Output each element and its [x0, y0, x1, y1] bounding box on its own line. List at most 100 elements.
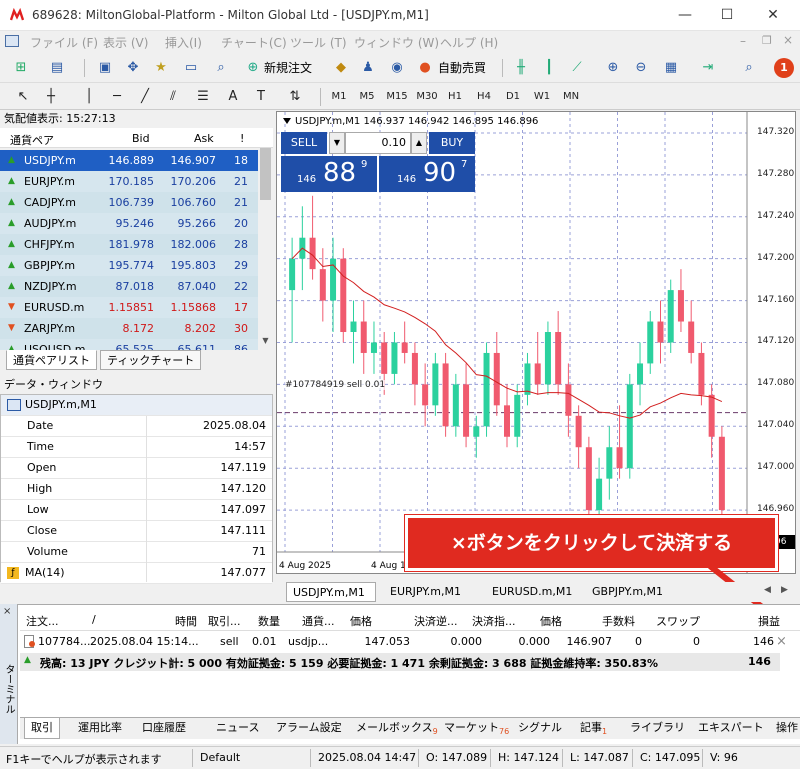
column-header[interactable]: 価格 — [540, 613, 562, 629]
timeframe-h1[interactable]: H1 — [442, 87, 468, 107]
tab-right-icon[interactable]: ▶ — [781, 585, 788, 595]
tile-windows-icon[interactable]: ▦ — [660, 57, 682, 79]
mdi-close-icon[interactable]: × — [783, 33, 793, 47]
fibonacci-icon[interactable]: ☰ — [192, 86, 214, 108]
timeframe-d1[interactable]: D1 — [500, 87, 526, 107]
collapse-icon[interactable] — [283, 118, 291, 124]
new-order-button[interactable]: ⊕ 新規注文 — [242, 57, 322, 79]
list-item[interactable]: ▲ EURJPY.m 170.185 170.206 21 — [0, 171, 258, 192]
timeframe-w1[interactable]: W1 — [529, 87, 555, 107]
menu-tools[interactable]: ツール (T) — [290, 34, 347, 51]
navigator-icon[interactable]: ★ — [150, 57, 172, 79]
tab-terminal[interactable]: ニュース — [210, 718, 265, 739]
list-item[interactable]: ▲ NZDJPY.m 87.018 87.040 22 — [0, 276, 258, 297]
tester-icon[interactable]: ⌕ — [210, 57, 232, 79]
timeframe-mn[interactable]: MN — [558, 87, 584, 107]
tab-terminal[interactable]: 運用比率 — [72, 718, 128, 739]
list-item[interactable]: ▼ EURUSD.m 1.15851 1.15868 17 — [0, 297, 258, 318]
column-header[interactable]: 決済指... — [472, 613, 516, 629]
column-header[interactable]: 損益 — [758, 613, 780, 629]
column-header[interactable]: 決済逆... — [414, 613, 458, 629]
cursor-icon[interactable]: ↖ — [12, 86, 34, 108]
tab-terminal[interactable]: エキスパート — [692, 718, 770, 739]
mdi-restore-icon[interactable]: ❐ — [762, 34, 772, 47]
timeframe-m1[interactable]: M1 — [326, 87, 352, 107]
column-header[interactable]: 注文... — [26, 613, 59, 629]
menu-file[interactable]: ファイル (F) — [30, 34, 98, 51]
buy-price-button[interactable]: 146 90 7 — [379, 156, 475, 192]
community-icon[interactable]: ♟ — [357, 57, 379, 79]
list-item[interactable]: ▲ USDJPY.m 146.889 146.907 18 — [0, 150, 258, 171]
column-header[interactable]: 時間 — [175, 613, 197, 629]
signals-icon[interactable]: ◉ — [386, 57, 408, 79]
data-window-icon[interactable]: ✥ — [122, 57, 144, 79]
buy-button[interactable]: BUY — [429, 132, 475, 154]
status-profile[interactable]: Default — [200, 751, 240, 764]
tab-terminal[interactable]: 記事1 — [574, 718, 613, 739]
menu-view[interactable]: 表示 (V) — [103, 34, 148, 51]
sell-price-button[interactable]: 146 88 9 — [281, 156, 377, 192]
text-icon[interactable]: A — [222, 86, 244, 108]
list-item[interactable]: ▲ USOUSD.m 65.525 65.611 86 — [0, 339, 258, 350]
tab-terminal[interactable]: 取引 — [24, 718, 60, 739]
menu-window[interactable]: ウィンドウ (W) — [354, 34, 439, 51]
lot-down-icon[interactable]: ▼ — [329, 132, 345, 154]
tab-terminal[interactable]: アラーム設定 — [270, 718, 348, 739]
new-chart-icon[interactable]: ⊞ — [10, 57, 32, 79]
auto-trade-button[interactable]: ● 自動売買 — [414, 57, 494, 79]
col-spread[interactable]: ! — [240, 132, 244, 145]
column-header[interactable]: / — [92, 613, 96, 626]
tab-terminal[interactable]: ライブラリ — [624, 718, 691, 739]
vertical-line-icon[interactable]: │ — [78, 86, 100, 108]
column-header[interactable]: 取引... — [208, 613, 241, 629]
timeframe-m15[interactable]: M15 — [384, 87, 410, 107]
autoscroll-icon[interactable]: ⇥ — [697, 57, 719, 79]
column-header[interactable]: スワップ — [656, 613, 700, 629]
document-icon[interactable] — [5, 35, 19, 47]
tab-left-icon[interactable]: ◀ — [764, 585, 771, 595]
line-chart-icon[interactable]: ⟋ — [566, 57, 588, 79]
column-header[interactable]: 通貨... — [302, 613, 335, 629]
chart-tab-eurjpy[interactable]: EURJPY.m,M1 — [384, 582, 467, 602]
scroll-down-icon[interactable]: ▼ — [260, 336, 271, 348]
col-symbol[interactable]: 通貨ペア — [10, 132, 54, 148]
maximize-button[interactable]: ☐ — [712, 4, 742, 26]
market-watch-scrollbar[interactable]: ▲ ▼ — [258, 128, 273, 350]
terminal-icon[interactable]: ▭ — [180, 57, 202, 79]
mdi-minimize-icon[interactable]: – — [740, 34, 746, 48]
tab-terminal[interactable]: シグナル — [512, 718, 568, 739]
horizontal-line-icon[interactable]: ─ — [106, 86, 128, 108]
channel-icon[interactable]: ⫽ — [162, 86, 184, 108]
tab-tick-chart[interactable]: ティックチャート — [100, 350, 202, 370]
timeframe-m30[interactable]: M30 — [414, 87, 440, 107]
close-button[interactable]: ✕ — [758, 4, 788, 26]
notification-badge[interactable]: 1 — [774, 58, 794, 78]
timeframe-h4[interactable]: H4 — [471, 87, 497, 107]
chart-window[interactable]: USDJPY.m,M1 146.937 146.942 146.895 146.… — [276, 111, 796, 574]
col-bid[interactable]: Bid — [132, 132, 150, 145]
list-item[interactable]: ▼ ZARJPY.m 8.172 8.202 30 — [0, 318, 258, 339]
crosshair-icon[interactable]: ┼ — [40, 86, 62, 108]
lot-input[interactable]: 0.10 — [345, 132, 411, 154]
tab-symbols[interactable]: 通貨ペアリスト — [6, 350, 97, 370]
text-label-icon[interactable]: T — [250, 86, 272, 108]
column-header[interactable]: 手数料 — [602, 613, 635, 629]
column-header[interactable]: 数量 — [258, 613, 280, 629]
zoom-out-icon[interactable]: ⊖ — [630, 57, 652, 79]
close-order-icon[interactable]: × — [776, 634, 787, 649]
table-row[interactable]: × 107784... 2025.08.04 15:14... sell 0.01 us… — [20, 632, 800, 652]
chart-tab-gbpjpy[interactable]: GBPJPY.m,M1 — [586, 582, 669, 602]
chart-tab-eurusd[interactable]: EURUSD.m,M1 — [486, 582, 578, 602]
column-header[interactable]: 価格 — [350, 613, 372, 629]
minimize-button[interactable]: — — [670, 4, 700, 26]
arrows-icon[interactable]: ⇅ — [284, 86, 306, 108]
list-item[interactable]: ▲ CHFJPY.m 181.978 182.006 28 — [0, 234, 258, 255]
candle-chart-icon[interactable]: ┃ — [538, 57, 560, 79]
lot-up-icon[interactable]: ▲ — [411, 132, 427, 154]
list-item[interactable]: ▲ AUDJPY.m 95.246 95.266 20 — [0, 213, 258, 234]
terminal-close-icon[interactable]: × — [3, 606, 11, 617]
metaeditor-icon[interactable]: ◆ — [330, 57, 352, 79]
search-icon[interactable]: ⌕ — [738, 57, 760, 79]
menu-help[interactable]: ヘルプ (H) — [440, 34, 498, 51]
zoom-in-icon[interactable]: ⊕ — [602, 57, 624, 79]
